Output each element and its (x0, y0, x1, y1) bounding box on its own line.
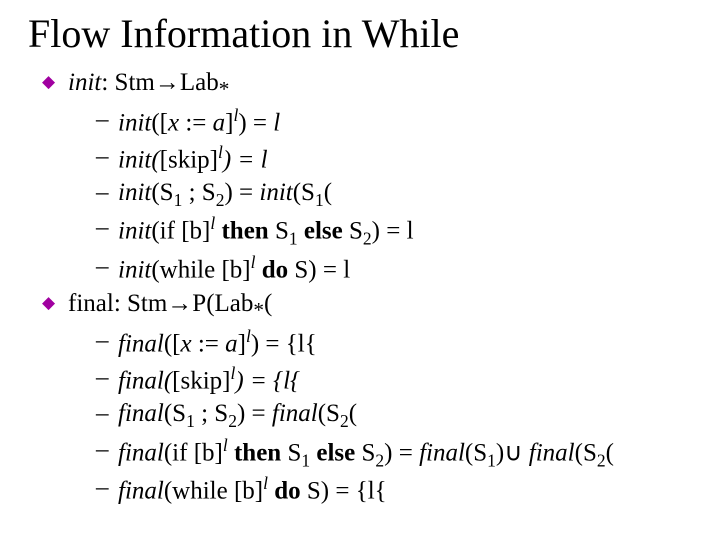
t: l (273, 110, 280, 137)
t: ([ (151, 110, 168, 137)
final-head: final: Stm→P(Lab*( (68, 290, 272, 317)
t: 1 (289, 229, 298, 249)
t: init (118, 256, 151, 283)
t: (S (164, 400, 186, 427)
t: init( (118, 146, 160, 173)
t: [skip] (172, 367, 230, 394)
t: then (215, 218, 268, 245)
init-item-assign: init([x := a]l) = l (96, 104, 702, 139)
t: x (181, 331, 192, 358)
t: x (168, 110, 179, 137)
t: (while [b] (164, 478, 263, 505)
t: final (118, 478, 164, 505)
init-head-star: * (219, 77, 230, 101)
t: ] (238, 331, 246, 358)
t: 1 (186, 411, 195, 431)
final-item-if: final(if [b]l then S1 else S2) = final(S… (96, 434, 702, 472)
t: final (118, 439, 164, 466)
final-head-text: final: Stm→P(Lab (68, 290, 253, 317)
t: do (268, 478, 301, 505)
t: ( (349, 400, 357, 427)
t: ; S (195, 400, 228, 427)
t: S (269, 218, 289, 245)
t: a (213, 110, 226, 137)
t: (S (318, 400, 340, 427)
t: := (179, 110, 213, 137)
t: ; S (182, 179, 215, 206)
t: final( (118, 367, 172, 394)
t: init (118, 218, 151, 245)
t: ) = {l{ (235, 367, 300, 394)
t: := (192, 331, 226, 358)
t: else (298, 218, 343, 245)
t: then (228, 439, 281, 466)
t: else (310, 439, 355, 466)
init-item-seq: init(S1 ; S2) = init(S1( (96, 177, 702, 211)
t: (S (151, 179, 173, 206)
slide: Flow Information in While init: Stm→Lab*… (0, 0, 720, 540)
t: 2 (597, 450, 606, 470)
final-head-star: * (253, 298, 264, 322)
t: S) = l (288, 256, 350, 283)
bullet-final: final: Stm→P(Lab*( final([x := a]l) = {l… (42, 288, 702, 507)
t: ) = (224, 179, 259, 206)
init-head: init: Stm→Lab* (68, 69, 229, 96)
t: do (256, 256, 289, 283)
t: init (118, 179, 151, 206)
t: 1 (315, 190, 324, 210)
t: (if [b] (151, 218, 210, 245)
t: S (281, 439, 301, 466)
init-item-skip: init([skip]l) = l (96, 141, 702, 176)
t: S (355, 439, 375, 466)
t: (S (575, 439, 597, 466)
t: S) = {l{ (301, 478, 387, 505)
t: ) = (384, 439, 419, 466)
t: 2 (340, 411, 349, 431)
t: 2 (228, 411, 237, 431)
t: ) = (238, 110, 273, 137)
final-head-tail: ( (264, 290, 272, 317)
t: 2 (363, 229, 372, 249)
t: ([ (164, 331, 181, 358)
t: (if [b] (164, 439, 223, 466)
t: init (259, 179, 292, 206)
t: final (529, 439, 575, 466)
init-item-while: init(while [b]l do S) = l (96, 251, 702, 286)
init-kw: init (68, 69, 101, 96)
t: ) = (223, 146, 261, 173)
t: ( (324, 179, 332, 206)
content-list: init: Stm→Lab* init([x := a]l) = l init(… (28, 67, 702, 508)
final-item-while: final(while [b]l do S) = {l{ (96, 472, 702, 507)
final-item-skip: final([skip]l) = {l{ (96, 362, 702, 397)
t: (S (293, 179, 315, 206)
t: init (118, 110, 151, 137)
t: final (419, 439, 465, 466)
t: final (118, 400, 164, 427)
t: ( (606, 439, 614, 466)
t: final (272, 400, 318, 427)
t: l (261, 146, 268, 173)
slide-title: Flow Information in While (28, 10, 702, 57)
init-head-post: : Stm→Lab (101, 69, 218, 96)
bullet-init: init: Stm→Lab* init([x := a]l) = l init(… (42, 67, 702, 286)
final-sublist: final([x := a]l) = {l{ final([skip]l) = … (68, 325, 702, 507)
t: 2 (375, 450, 384, 470)
t: ) = (237, 400, 272, 427)
t: final (118, 331, 164, 358)
t: 1 (487, 450, 496, 470)
final-item-assign: final([x := a]l) = {l{ (96, 325, 702, 360)
t: (while [b] (151, 256, 250, 283)
t: ) = {l{ (251, 331, 317, 358)
t: ) = l (372, 218, 414, 245)
t: )∪ (496, 439, 529, 466)
t: a (225, 331, 238, 358)
init-item-if: init(if [b]l then S1 else S2) = l (96, 212, 702, 250)
final-item-seq: final(S1 ; S2) = final(S2( (96, 398, 702, 432)
t: S (343, 218, 363, 245)
t: [skip] (160, 146, 218, 173)
t: (S (465, 439, 487, 466)
init-sublist: init([x := a]l) = l init([skip]l) = l in… (68, 104, 702, 286)
t: 1 (301, 450, 310, 470)
